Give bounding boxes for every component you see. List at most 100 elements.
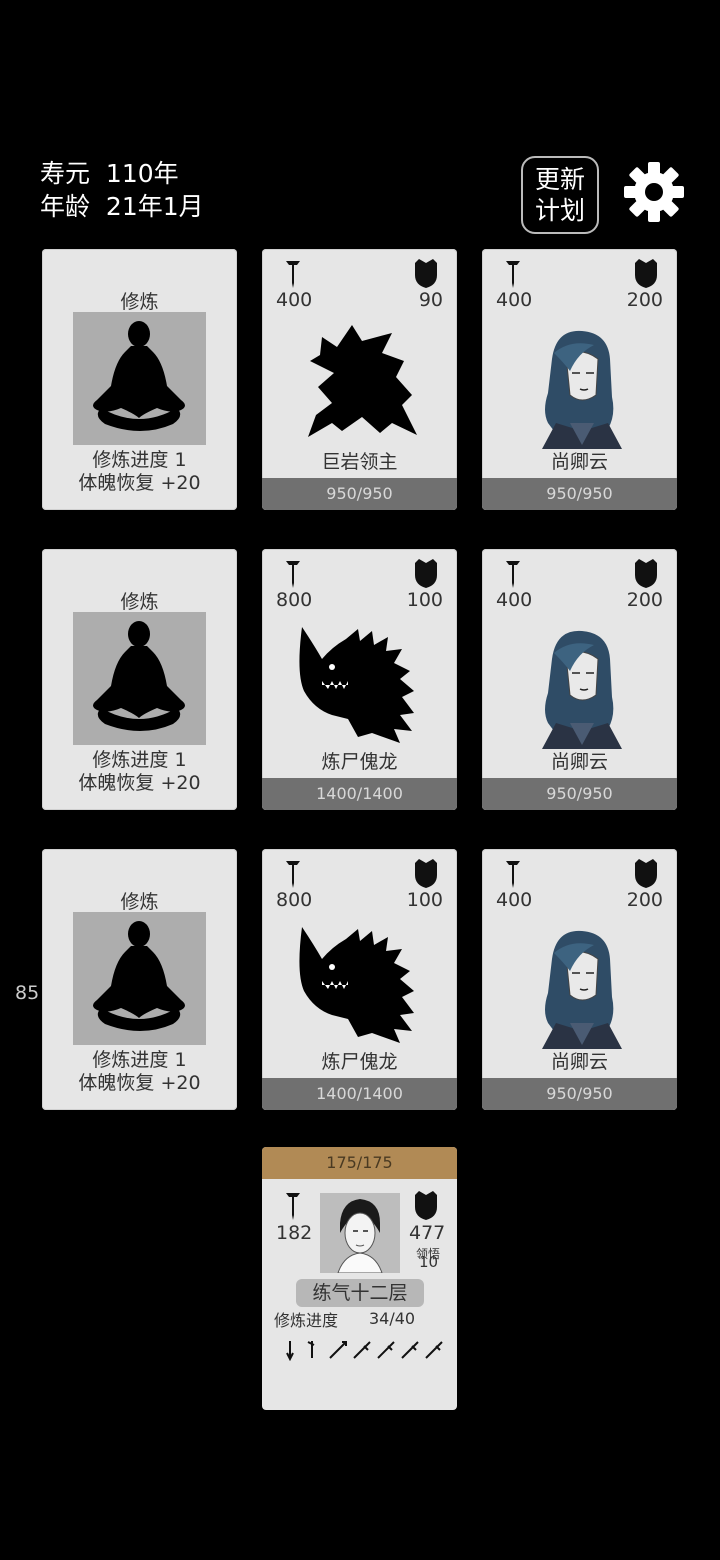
shield-icon xyxy=(415,1191,437,1220)
sword-icon xyxy=(506,261,520,288)
ally-portrait xyxy=(542,330,622,449)
cultivate-recover-value: +20 xyxy=(160,472,201,494)
player-card[interactable]: 175/175 182 477 领悟 10 练气十二层 修炼进度 34/40 xyxy=(262,1147,457,1410)
meditation-icon xyxy=(73,912,206,1045)
shield-icon xyxy=(415,859,437,888)
cultivate-title: 修炼 xyxy=(120,591,159,613)
player-hp-bar: 175/175 xyxy=(262,1147,457,1179)
ally-hp-bar: 950/950 xyxy=(482,1078,677,1110)
enemy-hp-bar: 1400/1400 xyxy=(262,778,457,810)
cultivate-recover-label: 体魄恢复 xyxy=(78,472,155,494)
lifespan-value: 110年 xyxy=(105,159,179,188)
gear-icon[interactable] xyxy=(622,160,686,224)
cultivate-recover: 体魄恢复 +20 xyxy=(42,472,237,495)
enemy-defense: 90 xyxy=(418,289,443,311)
ally-portrait xyxy=(542,630,622,749)
cultivate-card[interactable]: 修炼 修炼进度 1 体魄恢复 +20 xyxy=(42,849,237,1110)
enemy-attack: 400 xyxy=(276,289,313,311)
ally-card[interactable]: 400 200 尚卿云 950/950 xyxy=(482,549,677,810)
player-progress-value: 34/40 xyxy=(369,1309,416,1328)
cultivate-recover-value: +20 xyxy=(160,772,201,794)
ally-name: 尚卿云 xyxy=(550,451,608,473)
enemy-card[interactable]: 400 90 巨岩领主 950/950 xyxy=(262,249,457,510)
shield-icon xyxy=(635,859,657,888)
ally-hp-bar: 950/950 xyxy=(482,478,677,510)
weapon-icons xyxy=(286,1341,443,1361)
player-portrait xyxy=(320,1193,400,1274)
sword-icon xyxy=(506,861,520,888)
dragon-art xyxy=(299,927,414,1043)
meditation-icon xyxy=(73,312,206,445)
cultivate-card[interactable]: 修炼 修炼进度 1 体魄恢复 +20 xyxy=(42,549,237,810)
sword-icon xyxy=(286,261,300,288)
cultivate-title: 修炼 xyxy=(120,891,159,913)
sword-icon xyxy=(286,561,300,588)
enemy-name: 巨岩领主 xyxy=(321,451,398,473)
cultivate-recover-value: +20 xyxy=(160,1072,201,1094)
player-realm-badge: 练气十二层 xyxy=(296,1279,424,1307)
enemy-name: 炼尸傀龙 xyxy=(321,751,398,773)
ally-hp-bar: 950/950 xyxy=(482,778,677,810)
ally-card[interactable]: 400 200 尚卿云 950/950 xyxy=(482,249,677,510)
enemy-card[interactable]: 800 100 炼尸傀龙 1400/1400 xyxy=(262,549,457,810)
age-label: 年龄 xyxy=(40,192,91,221)
enemy-defense: 100 xyxy=(406,589,443,611)
cultivate-progress-label: 修炼进度 xyxy=(92,449,169,471)
cultivate-recover-label: 体魄恢复 xyxy=(78,1072,155,1094)
enemy-defense: 100 xyxy=(406,889,443,911)
shield-icon xyxy=(635,559,657,588)
age-value: 21年1月 xyxy=(105,192,204,221)
lifespan-label: 寿元 xyxy=(40,159,91,188)
ally-attack: 400 xyxy=(496,589,533,611)
cultivate-progress: 修炼进度 1 xyxy=(42,1049,237,1072)
sword-icon xyxy=(286,861,300,888)
cultivate-portrait xyxy=(73,912,206,1045)
cultivate-title: 修炼 xyxy=(120,291,159,313)
enemy-attack: 800 xyxy=(276,589,313,611)
ally-defense: 200 xyxy=(626,889,663,911)
ally-defense: 200 xyxy=(626,589,663,611)
sword-icon xyxy=(286,1193,300,1220)
cultivate-progress-label: 修炼进度 xyxy=(92,749,169,771)
update-plan-label-line1: 更新 xyxy=(534,165,585,194)
cultivate-portrait xyxy=(73,312,206,445)
cultivate-progress-label: 修炼进度 xyxy=(92,1049,169,1071)
age-row: 年龄 21年1月 xyxy=(40,190,204,223)
ally-portrait xyxy=(542,930,622,1049)
ally-attack: 400 xyxy=(496,289,533,311)
shield-icon xyxy=(415,259,437,288)
rock-lord-art xyxy=(308,325,417,437)
cultivate-portrait xyxy=(73,612,206,745)
enemy-card[interactable]: 800 100 炼尸傀龙 1400/1400 xyxy=(262,849,457,1110)
dragon-art xyxy=(299,627,414,743)
cultivate-progress-value: 1 xyxy=(174,749,187,771)
enemy-name: 炼尸傀龙 xyxy=(321,1051,398,1073)
cultivate-recover: 体魄恢复 +20 xyxy=(42,1072,237,1095)
cultivate-progress-value: 1 xyxy=(174,449,187,471)
ally-attack: 400 xyxy=(496,889,533,911)
cultivate-recover: 体魄恢复 +20 xyxy=(42,772,237,795)
update-plan-button[interactable]: 更新 计划 xyxy=(521,156,599,234)
player-attack: 182 xyxy=(276,1222,313,1244)
cultivate-card[interactable]: 修炼 修炼进度 1 体魄恢复 +20 xyxy=(42,249,237,510)
lifespan-row: 寿元 110年 xyxy=(40,157,179,190)
player-defense: 477 xyxy=(409,1222,446,1244)
side-number: 85 xyxy=(15,982,40,1004)
ally-card[interactable]: 400 200 尚卿云 950/950 xyxy=(482,849,677,1110)
player-progress-label: 修炼进度 xyxy=(274,1311,339,1330)
update-plan-label-line2: 计划 xyxy=(534,196,585,225)
meditation-icon xyxy=(73,612,206,745)
ally-defense: 200 xyxy=(626,289,663,311)
ally-name: 尚卿云 xyxy=(550,1051,608,1073)
player-insight-value: 10 xyxy=(419,1253,439,1271)
cultivate-progress: 修炼进度 1 xyxy=(42,749,237,772)
cultivate-recover-label: 体魄恢复 xyxy=(78,772,155,794)
ally-name: 尚卿云 xyxy=(550,751,608,773)
sword-icon xyxy=(506,561,520,588)
shield-icon xyxy=(635,259,657,288)
shield-icon xyxy=(415,559,437,588)
enemy-attack: 800 xyxy=(276,889,313,911)
cultivate-progress-value: 1 xyxy=(174,1049,187,1071)
enemy-hp-bar: 950/950 xyxy=(262,478,457,510)
enemy-hp-bar: 1400/1400 xyxy=(262,1078,457,1110)
